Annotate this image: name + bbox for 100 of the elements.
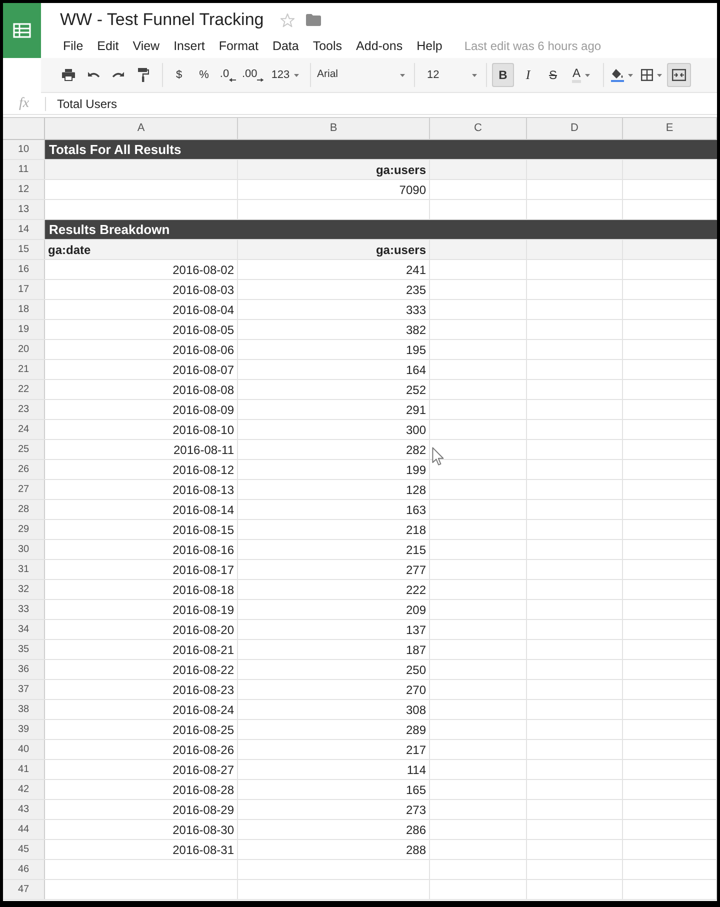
row-header[interactable]: 47 [3, 880, 45, 899]
column-header[interactable]: D [527, 118, 623, 140]
document-title[interactable]: WW - Test Funnel Tracking [60, 9, 264, 31]
caret-icon [294, 74, 299, 76]
star-icon[interactable] [280, 12, 295, 28]
table-cell-text: 2016-08-13 [172, 482, 235, 498]
row-header[interactable]: 30 [3, 540, 45, 559]
menu-item[interactable]: Help [412, 36, 448, 56]
row-header[interactable]: 14 [3, 220, 45, 239]
column-header[interactable]: C [430, 118, 527, 140]
table-cell-text: 2016-08-15 [172, 522, 235, 538]
row-header[interactable]: 29 [3, 520, 45, 539]
increase-decimals-button[interactable]: .00 [241, 63, 265, 87]
decrease-decimals-button[interactable]: .0 [218, 63, 238, 87]
row-header[interactable]: 21 [3, 360, 45, 379]
menu-item[interactable]: Data [267, 36, 304, 56]
row-header[interactable]: 13 [3, 200, 45, 219]
menu-item[interactable]: Format [214, 36, 264, 56]
table-cell-text: 289 [404, 722, 427, 738]
row-header[interactable]: 28 [3, 500, 45, 519]
formula-icon-label: fx [18, 95, 30, 113]
font-size-dropdown[interactable]: 12 [420, 63, 478, 87]
section-header: Results Breakdown [45, 220, 717, 239]
menu-item[interactable]: Tools [308, 36, 348, 56]
undo-icon [86, 70, 100, 80]
currency-format-button[interactable]: $ [168, 63, 190, 87]
row-header[interactable]: 25 [3, 440, 45, 459]
table-cell-text: 286 [404, 822, 427, 838]
row-header[interactable]: 15 [3, 240, 45, 259]
row-header[interactable]: 39 [3, 720, 45, 739]
spreadsheet-icon[interactable] [3, 3, 41, 58]
table-cell-text: 128 [404, 482, 427, 498]
row-header[interactable]: 19 [3, 320, 45, 339]
merge-cells-button[interactable] [667, 63, 691, 87]
row-header[interactable]: 33 [3, 600, 45, 619]
row-header[interactable]: 26 [3, 460, 45, 479]
left-arrow-icon [229, 78, 236, 82]
row-header[interactable]: 31 [3, 560, 45, 579]
table-cell-text: 308 [404, 702, 427, 718]
row-header[interactable]: 37 [3, 680, 45, 699]
row-header[interactable]: 12 [3, 180, 45, 199]
row-header[interactable]: 32 [3, 580, 45, 599]
row-header[interactable]: 23 [3, 400, 45, 419]
table-cell-text: 222 [404, 582, 427, 598]
table-cell-text: 2016-08-18 [172, 582, 235, 598]
table-cell-text: 215 [404, 542, 427, 558]
table-cell-text: 2016-08-24 [172, 702, 235, 718]
row-header[interactable]: 10 [3, 140, 45, 159]
table-cell-text: 164 [404, 362, 427, 378]
menu-item[interactable]: View [128, 36, 165, 56]
row-header[interactable]: 17 [3, 280, 45, 299]
column-header[interactable]: B [238, 118, 430, 140]
table-cell-text: 241 [404, 262, 427, 278]
table-cell-text: 218 [404, 522, 427, 538]
table-cell-text: 2016-08-04 [172, 302, 235, 318]
row-header[interactable]: 42 [3, 780, 45, 799]
row-header[interactable]: 11 [3, 160, 45, 179]
bold-button[interactable]: B [492, 63, 514, 87]
italic-button[interactable]: I [517, 63, 539, 87]
formula-input[interactable]: Total Users [46, 94, 717, 112]
menu-item[interactable]: Edit [92, 36, 124, 56]
caret-icon [628, 74, 633, 76]
table-cell-text: 250 [404, 662, 427, 678]
menu-item[interactable]: Add-ons [351, 36, 408, 56]
row-header[interactable]: 43 [3, 800, 45, 819]
row-header[interactable]: 40 [3, 740, 45, 759]
column-header[interactable]: A [45, 118, 238, 140]
row-header[interactable]: 18 [3, 300, 45, 319]
table-cell-text: 2016-08-06 [172, 342, 235, 358]
strikethrough-button[interactable]: S [542, 63, 564, 87]
row-header[interactable]: 44 [3, 820, 45, 839]
row-header[interactable]: 36 [3, 660, 45, 679]
font-family-dropdown[interactable]: Arial [316, 63, 406, 87]
column-header[interactable]: E [623, 118, 717, 140]
row-header[interactable]: 46 [3, 860, 45, 879]
row-header[interactable]: 27 [3, 480, 45, 499]
table-cell-text: 2016-08-08 [172, 382, 235, 398]
table-cell-text: 2016-08-16 [172, 542, 235, 558]
row-header[interactable]: 35 [3, 640, 45, 659]
table-cell-text: 2016-08-14 [172, 502, 235, 518]
row-header[interactable]: 45 [3, 840, 45, 859]
row-header[interactable]: 22 [3, 380, 45, 399]
row-header[interactable]: 20 [3, 340, 45, 359]
row-header[interactable]: 38 [3, 700, 45, 719]
table-cell-text: 2016-08-09 [172, 402, 235, 418]
table-cell-text: 165 [404, 782, 427, 798]
menu-item[interactable]: File [58, 36, 88, 56]
row-header[interactable]: 34 [3, 620, 45, 639]
row-header[interactable]: 41 [3, 760, 45, 779]
table-cell-text: 2016-08-20 [172, 622, 235, 638]
folder-icon[interactable] [306, 14, 321, 26]
percent-format-button[interactable]: % [193, 63, 215, 87]
right-arrow-icon [257, 78, 264, 82]
number-format-dropdown[interactable]: 123 [268, 63, 302, 87]
row-header[interactable]: 24 [3, 420, 45, 439]
row-header[interactable]: 16 [3, 260, 45, 279]
table-cell-text: 7090 [398, 182, 427, 198]
menu-item[interactable]: Insert [168, 36, 210, 56]
table-cell-text: 2016-08-03 [172, 282, 235, 298]
text-color-button[interactable]: A [567, 63, 595, 87]
